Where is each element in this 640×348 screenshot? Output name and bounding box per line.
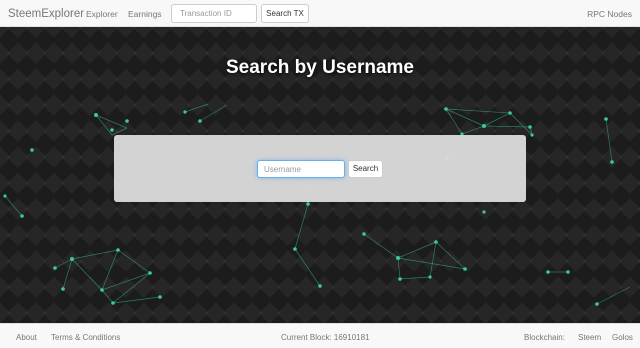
nav-explorer-link[interactable]: Explorer bbox=[86, 9, 118, 19]
top-navbar: SteemExplorer Explorer Earnings Search T… bbox=[0, 0, 640, 27]
nav-earnings-link[interactable]: Earnings bbox=[128, 9, 162, 19]
search-username-button[interactable]: Search bbox=[348, 160, 383, 178]
blockchain-label: Blockchain: bbox=[524, 333, 565, 342]
hero-section: Search by Username Search bbox=[0, 27, 640, 323]
footer-terms-link[interactable]: Terms & Conditions bbox=[51, 333, 120, 342]
footer: About Terms & Conditions Current Block: … bbox=[0, 323, 640, 348]
username-search-panel: Search bbox=[114, 135, 526, 202]
chain-steem-link[interactable]: Steem bbox=[578, 333, 601, 342]
rpc-nodes-link[interactable]: RPC Nodes bbox=[587, 9, 632, 19]
current-block-status: Current Block: 16910181 bbox=[281, 333, 370, 342]
chain-golos-link[interactable]: Golos bbox=[612, 333, 633, 342]
brand-logo-link[interactable]: SteemExplorer bbox=[8, 8, 84, 20]
footer-about-link[interactable]: About bbox=[16, 333, 37, 342]
page-title: Search by Username bbox=[226, 57, 414, 78]
username-input[interactable] bbox=[257, 160, 345, 178]
search-tx-button[interactable]: Search TX bbox=[261, 4, 309, 23]
transaction-id-input[interactable] bbox=[171, 4, 257, 23]
